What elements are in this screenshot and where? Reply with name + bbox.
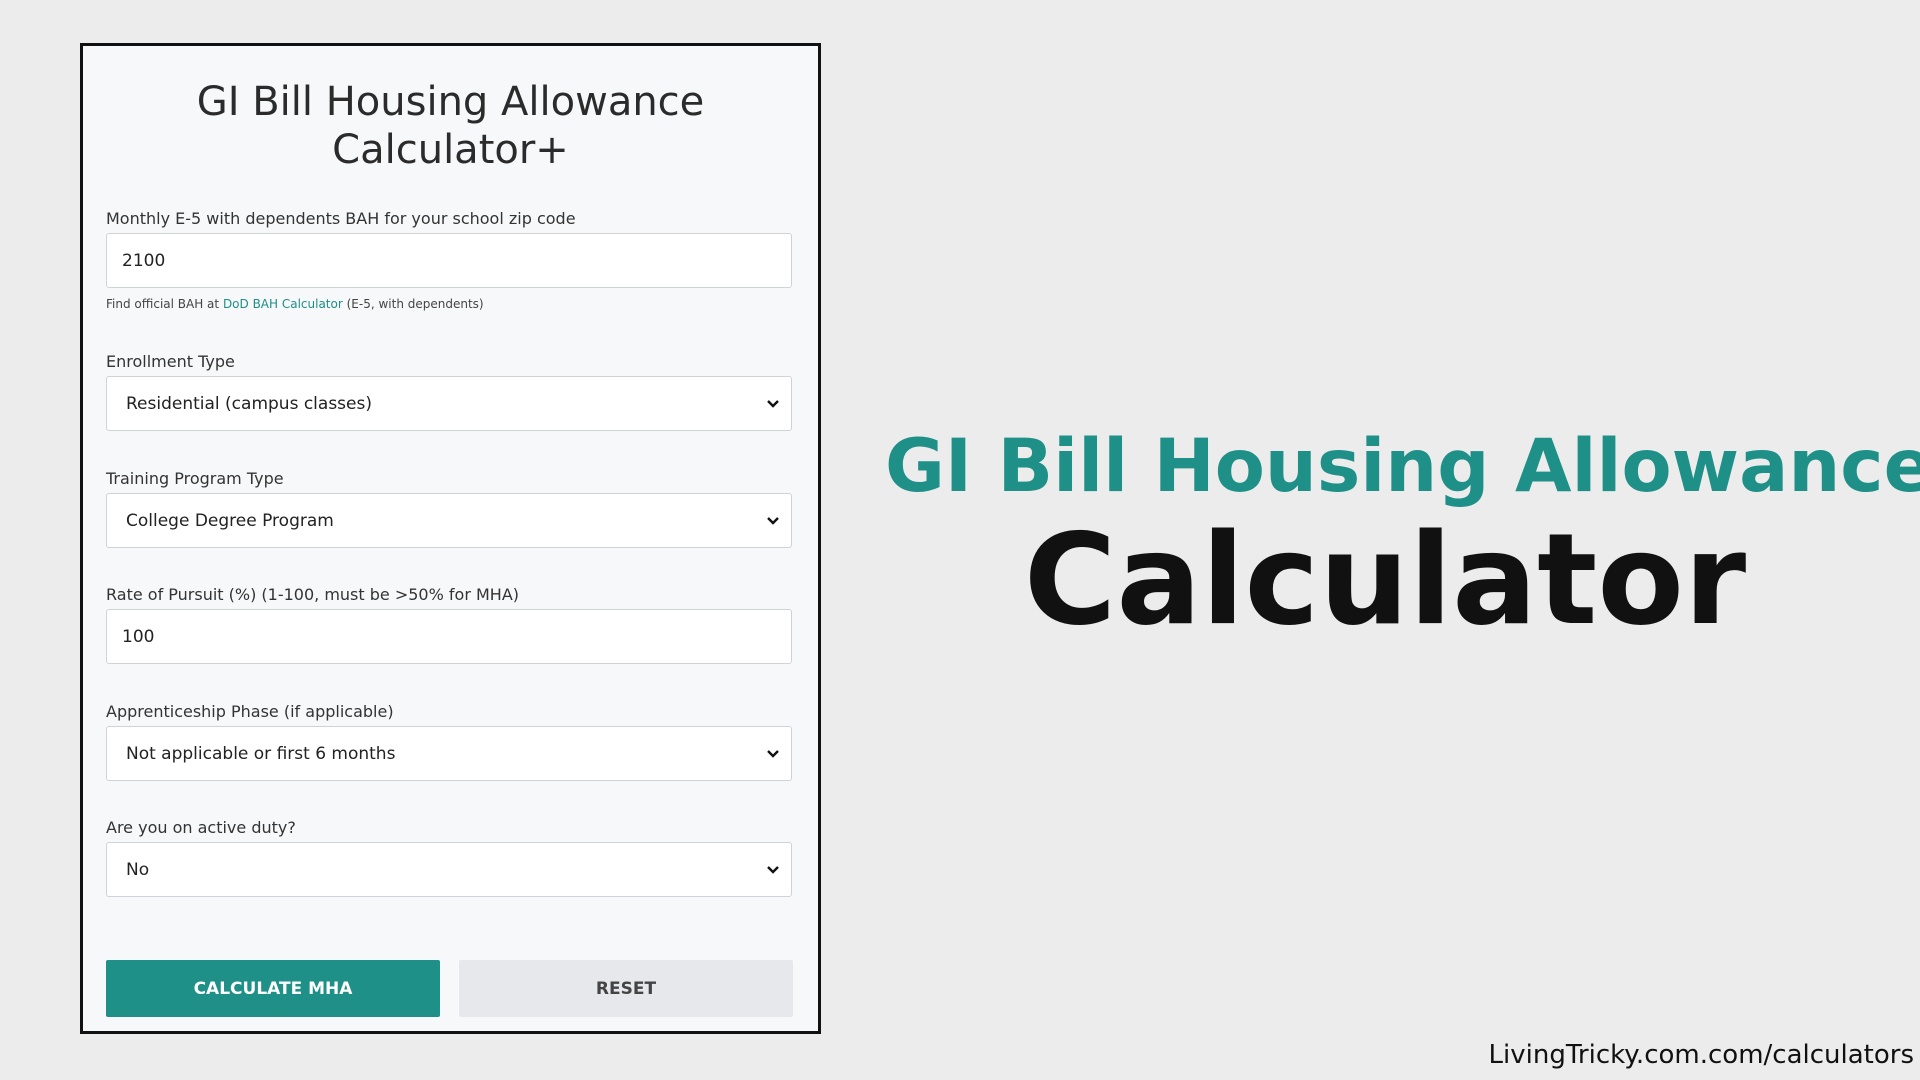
apprenticeship-selected: Not applicable or first 6 months [126, 743, 396, 764]
training-selected: College Degree Program [126, 510, 334, 531]
hero-title-line2: Calculator [1023, 506, 1747, 653]
hero-title-line1: GI Bill Housing Allowance [885, 424, 1920, 509]
calculator-title-line1: GI Bill Housing Allowance [196, 79, 705, 125]
calculator-card: GI Bill Housing Allowance Calculator+ Mo… [80, 43, 821, 1034]
rate-label: Rate of Pursuit (%) (1-100, must be >50%… [106, 585, 519, 604]
calculator-title-line2: Calculator+ [332, 127, 569, 173]
dod-bah-calculator-link[interactable]: DoD BAH Calculator [223, 297, 343, 311]
bah-hint-prefix: Find official BAH at [106, 297, 223, 311]
reset-button[interactable]: RESET [459, 960, 793, 1017]
bah-hint-suffix: (E-5, with dependents) [342, 297, 484, 311]
footer-url: LivingTricky.com.com/calculators [1488, 1040, 1914, 1070]
calculate-mha-button[interactable]: CALCULATE MHA [106, 960, 440, 1017]
chevron-down-icon [763, 860, 783, 880]
bah-label: Monthly E-5 with dependents BAH for your… [106, 209, 576, 228]
rate-input[interactable]: 100 [106, 609, 792, 664]
training-label: Training Program Type [106, 469, 284, 488]
bah-input[interactable]: 2100 [106, 233, 792, 288]
enrollment-selected: Residential (campus classes) [126, 393, 372, 414]
apprenticeship-label: Apprenticeship Phase (if applicable) [106, 702, 394, 721]
chevron-down-icon [763, 511, 783, 531]
enrollment-select[interactable]: Residential (campus classes) [106, 376, 792, 431]
enrollment-label: Enrollment Type [106, 352, 235, 371]
training-select[interactable]: College Degree Program [106, 493, 792, 548]
apprenticeship-select[interactable]: Not applicable or first 6 months [106, 726, 792, 781]
active-duty-select[interactable]: No [106, 842, 792, 897]
rate-input-value[interactable]: 100 [122, 627, 154, 647]
active-duty-label: Are you on active duty? [106, 818, 296, 837]
chevron-down-icon [763, 744, 783, 764]
chevron-down-icon [763, 394, 783, 414]
bah-input-value[interactable]: 2100 [122, 251, 165, 271]
active-duty-selected: No [126, 859, 150, 880]
calculator-title: GI Bill Housing Allowance Calculator+ [83, 78, 818, 174]
bah-hint: Find official BAH at DoD BAH Calculator … [106, 297, 484, 311]
